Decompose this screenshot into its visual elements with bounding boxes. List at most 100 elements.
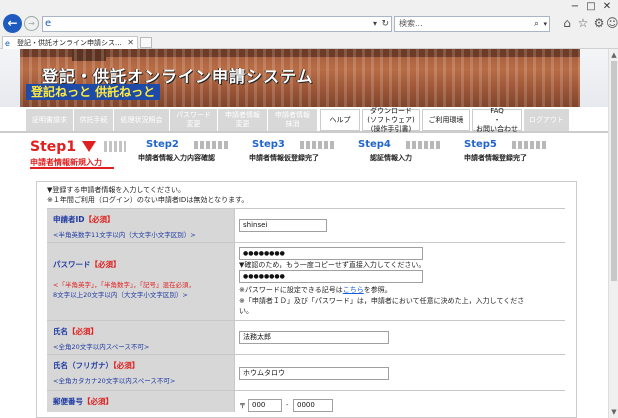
nav-environment[interactable]: ご利用環境 (422, 109, 470, 131)
step3-label: 申請者情報仮登録完了 (249, 154, 319, 162)
kana-input[interactable]: ホウムタロウ (239, 367, 389, 380)
step2-label: 申請者情報入力内容確認 (138, 154, 215, 162)
building-image: 登記・供託オンライン申請システム 登記ねっと 供託ねっと (20, 49, 580, 107)
address-bar[interactable]: e ▾ ↻ (42, 16, 392, 32)
postal-dash: - (286, 401, 289, 409)
applicant-id-input[interactable]: shinsei (239, 219, 327, 232)
registration-form: ▼登録する申請者情報を入力してください。 ※１年間ご利用（ログイン）のない申請者… (36, 181, 577, 418)
row-applicant-id: 申請者ID【必須】 <半角英数字11文字以内（大文字小文字区別）> shinse… (47, 208, 565, 242)
search-input[interactable]: 検索... ⌕ ▾ (394, 16, 550, 32)
form-instruction: ▼登録する申請者情報を入力してください。 (47, 186, 185, 194)
nav-applicant-change: 申請者情報 変更 (218, 109, 268, 131)
input-cell: shinsei (235, 209, 565, 242)
nav-certificate-request: 証明書請求 (26, 109, 74, 131)
postal-label: 郵便番号【必須】 (53, 397, 113, 406)
kana-note: <全角カタカナ20文字以内スペース不可> (53, 377, 176, 385)
gear-icon[interactable]: ⚙ (592, 15, 606, 31)
nav-deposit-procedure: 供託手続 (74, 109, 114, 131)
name-label: 氏名【必須】 (53, 327, 98, 336)
password-input[interactable]: ●●●●●●●● (239, 247, 423, 260)
nav-help[interactable]: ヘルプ (320, 109, 360, 131)
new-tab-button[interactable] (140, 37, 152, 48)
form-table: 申請者ID【必須】 <半角英数字11文字以内（大文字小文字区別）> shinse… (47, 208, 565, 412)
input-cell: ●●●●●●●● ▼確認のため，もう一度コピーせず直接入力してください。 ●●●… (235, 243, 565, 320)
input-cell: 法務太郎 (235, 321, 565, 354)
postal-mark: 〒 (239, 402, 246, 410)
home-icon[interactable]: ⌂ (560, 15, 574, 31)
step5-label: 申請者情報登録完了 (464, 154, 527, 162)
search-dropdown-icon[interactable]: ▾ (543, 17, 547, 31)
forward-arrow-icon: → (28, 19, 35, 28)
required-mark: 【必須】 (68, 327, 98, 336)
step1-number: Step1 (30, 139, 77, 155)
current-step-arrow-icon (82, 141, 96, 152)
browser-titlebar (0, 0, 618, 13)
nav-status-inquiry: 処理状況照会 (114, 109, 170, 131)
scroll-up-icon[interactable]: ▲ (609, 51, 618, 59)
required-mark: 【必須】 (113, 361, 140, 370)
nav-applicant-delete: 申請者情報 抹消 (268, 109, 318, 131)
label-cell: 郵便番号【必須】 (47, 391, 235, 412)
row-postal: 郵便番号【必須】 〒 000 - 0000 (47, 390, 565, 412)
input-cell: 〒 000 - 0000 (235, 391, 565, 412)
password-confirm-input[interactable]: ●●●●●●●● (239, 270, 423, 283)
close-window-button[interactable]: ✕ (600, 0, 614, 13)
applicant-id-label: 申請者ID【必須】 (53, 215, 115, 224)
step4-label: 認証情報入力 (370, 154, 412, 162)
password-symbol-note: ※パスワードに設定できる記号はこちらを参照。 (239, 286, 392, 294)
kana-label: 氏名（フリガナ）【必須】 (53, 361, 140, 370)
back-arrow-icon: ← (7, 16, 18, 30)
minimize-button[interactable]: − (568, 0, 582, 13)
step5-number: Step5 (464, 139, 497, 150)
page-viewport: 登記・供託オンライン申請システム 登記ねっと 供託ねっと 証明書請求 供託手続 … (0, 49, 608, 418)
nav-logout: ログアウト (524, 109, 570, 131)
forward-button[interactable]: → (24, 16, 39, 31)
step-separator-icon (194, 141, 230, 149)
label-cell: 氏名【必須】 <全角20文字以内スペース不可> (47, 321, 235, 354)
step-indicator: Step1 申請者情報新規入力 Step2 申請者情報入力内容確認 Step3 … (0, 135, 608, 177)
step-separator-icon (512, 141, 548, 149)
back-button[interactable]: ← (3, 14, 22, 33)
page-icon: e (45, 18, 52, 29)
site-banner: 登記・供託オンライン申請システム 登記ねっと 供託ねっと (0, 49, 608, 107)
label-cell: パスワード【必須】 <「半角英字」，「半角数字」，「記号」混在必須， 8文字以上… (47, 243, 235, 320)
step-chevron-icon (104, 141, 126, 152)
page-scrollbar[interactable]: ▲ ▼ (608, 49, 618, 418)
row-password: パスワード【必須】 <「半角英字」，「半角数字」，「記号」混在必須， 8文字以上… (47, 242, 565, 320)
search-placeholder: 検索... (399, 19, 423, 28)
step2-number: Step2 (146, 139, 179, 150)
refresh-icon[interactable]: ↻ (381, 17, 389, 31)
id-password-note-2: い。 (239, 307, 253, 315)
browser-tab[interactable]: e 登記・供託オンライン申請シス... ✕ (2, 36, 138, 49)
step3-number: Step3 (252, 139, 285, 150)
site-subtitle: 登記ねっと 供託ねっと (26, 84, 161, 100)
name-input[interactable]: 法務太郎 (239, 331, 389, 344)
password-note-1: <「半角英字」，「半角数字」，「記号」混在必須， (53, 281, 195, 289)
postal-input-1[interactable]: 000 (248, 399, 282, 412)
required-mark: 【必須】 (83, 397, 113, 406)
nav-faq[interactable]: FAQ ・ お問い合わせ (472, 107, 522, 133)
symbol-list-link[interactable]: こちら (343, 286, 364, 294)
row-kana: 氏名（フリガナ）【必須】 <全角カタカナ20文字以内スペース不可> ホウムタロウ (47, 354, 565, 390)
label-cell: 氏名（フリガナ）【必須】 <全角カタカナ20文字以内スペース不可> (47, 355, 235, 390)
smiley-icon[interactable]: ☺ (606, 15, 618, 31)
tab-close-icon[interactable]: ✕ (127, 37, 134, 49)
input-cell: ホウムタロウ (235, 355, 565, 390)
required-mark: 【必須】 (84, 215, 115, 224)
search-icon[interactable]: ⌕ (534, 17, 539, 31)
name-note: <全角20文字以内スペース不可> (53, 343, 150, 351)
id-password-note-1: ※「申請者ＩＤ」及び「パスワード」は，申請者において任意に決めた上，入力してくだ… (239, 297, 525, 305)
maximize-button[interactable]: □ (584, 0, 598, 13)
required-mark: 【必須】 (90, 260, 121, 269)
postal-input-2[interactable]: 0000 (293, 399, 333, 412)
password-confirm-note: ▼確認のため，もう一度コピーせず直接入力してください。 (239, 261, 426, 269)
main-nav: 証明書請求 供託手続 処理状況照会 パスワード 変更 申請者情報 変更 申請者情… (0, 107, 608, 133)
applicant-id-note: <半角英数字11文字以内（大文字小文字区別）> (53, 231, 196, 239)
label-cell: 申請者ID【必須】 <半角英数字11文字以内（大文字小文字区別）> (47, 209, 235, 242)
favorites-star-icon[interactable]: ☆ (576, 15, 590, 31)
address-dropdown-icon[interactable]: ▾ (373, 17, 377, 31)
nav-download[interactable]: ダウンロード (ソフトウェア) (操作手引書) (362, 107, 420, 133)
scrollbar-thumb[interactable] (611, 61, 617, 281)
step4-number: Step4 (358, 139, 391, 150)
scroll-down-icon[interactable]: ▼ (609, 408, 618, 416)
